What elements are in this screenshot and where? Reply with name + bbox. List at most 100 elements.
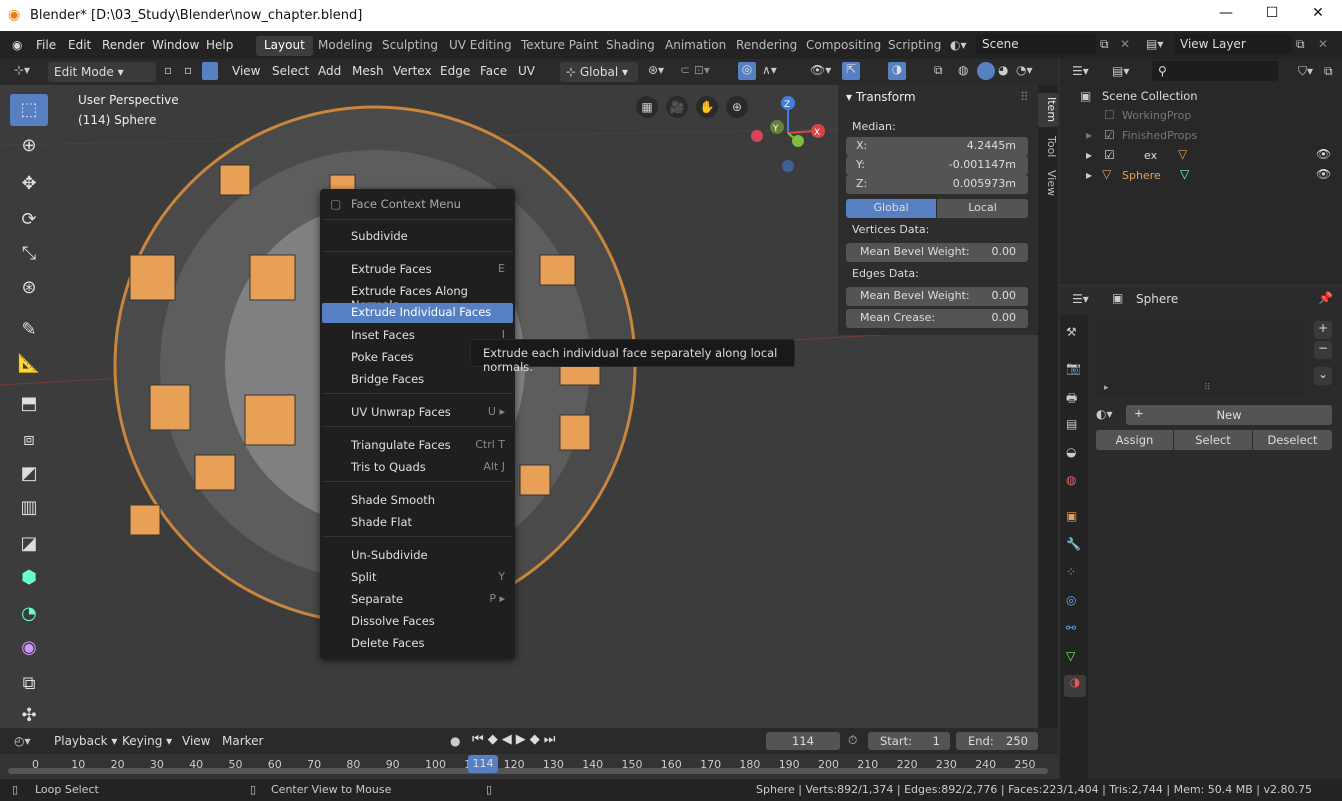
list-resize-icon[interactable]: ⠿ xyxy=(1204,383,1211,393)
extrude-icon[interactable]: ⬒ xyxy=(10,388,48,420)
smooth-icon[interactable]: ◉ xyxy=(10,632,48,664)
menu-item-extrude-faces[interactable]: Extrude Faces E xyxy=(351,259,511,281)
knife-icon[interactable]: ◪ xyxy=(10,528,48,560)
rotate-icon[interactable]: ⟳ xyxy=(10,204,48,236)
tab-view[interactable]: View xyxy=(1038,167,1058,199)
marker-menu[interactable]: Marker xyxy=(222,734,263,748)
menu-window[interactable]: Window xyxy=(152,38,199,52)
outliner-editor-icon[interactable]: ☰▾ xyxy=(1072,64,1089,78)
menu-item-shade-smooth[interactable]: Shade Smooth xyxy=(351,490,511,512)
menu-item-split[interactable]: Split Y xyxy=(351,567,511,589)
stopwatch-icon[interactable]: ⏱ xyxy=(848,733,857,748)
properties-editor-icon[interactable]: ☰▾ xyxy=(1072,292,1089,306)
tool-tab-icon[interactable]: ⚒ xyxy=(1066,325,1077,339)
menu-render[interactable]: Render xyxy=(102,38,145,52)
eye-icon[interactable]: 👁 xyxy=(1316,167,1331,181)
minimize-button[interactable]: — xyxy=(1214,5,1238,25)
mean-crease-field[interactable]: Mean Crease: 0.00 xyxy=(846,309,1028,328)
transform-icon[interactable]: ⊛ xyxy=(10,272,48,304)
tab-shading[interactable]: Shading xyxy=(598,36,663,56)
orientation-select[interactable]: ⊹ Global ▾ xyxy=(560,62,638,82)
expand-icon[interactable]: ▸ xyxy=(1086,148,1092,162)
view-layer-tab-icon[interactable]: ▤ xyxy=(1066,417,1077,431)
playback-controls[interactable]: ⏮◆◀▶◆⏭ xyxy=(472,732,559,747)
slot-menu-icon[interactable]: ⌄ xyxy=(1314,367,1332,385)
jump-end-icon[interactable]: ⏭ xyxy=(544,732,560,747)
blender-menu-icon[interactable]: ◉ xyxy=(12,38,22,52)
loop-cut-icon[interactable]: ▥ xyxy=(10,492,48,524)
proportional-edit-icon[interactable]: ◎ xyxy=(738,62,756,80)
menu-item-dissolve-faces[interactable]: Dissolve Faces xyxy=(351,611,511,633)
move-icon[interactable]: ✥ xyxy=(10,168,48,200)
menu-item-triangulate[interactable]: Triangulate Faces Ctrl T xyxy=(351,435,511,457)
edge-select-icon[interactable]: ▫ xyxy=(184,63,192,77)
tab-modeling[interactable]: Modeling xyxy=(310,36,381,56)
navigation-gizmo[interactable]: Z X Y xyxy=(745,93,835,183)
menu-item-un-subdivide[interactable]: Un-Subdivide xyxy=(351,545,511,567)
tab-animation[interactable]: Animation xyxy=(657,36,734,56)
modifier-tab-icon[interactable]: 🔧 xyxy=(1066,537,1081,551)
new-collection-icon[interactable]: ⧉ xyxy=(1324,64,1333,79)
end-frame-field[interactable]: End: 250 xyxy=(956,732,1038,750)
edge-bevel-weight-field[interactable]: Mean Bevel Weight: 0.00 xyxy=(846,287,1028,306)
delete-view-layer-icon[interactable]: ✕ xyxy=(1318,37,1328,51)
next-key-icon[interactable]: ◆ xyxy=(530,732,544,747)
tab-sculpting[interactable]: Sculpting xyxy=(374,36,446,56)
tab-scripting[interactable]: Scripting xyxy=(880,36,949,56)
keying-menu[interactable]: Keying ▾ xyxy=(122,734,172,748)
local-toggle[interactable]: Local xyxy=(937,199,1028,218)
checkbox-ex[interactable]: ☑ xyxy=(1104,148,1115,162)
solid-shading-icon[interactable] xyxy=(977,62,995,80)
expand-icon[interactable]: ▸ xyxy=(1086,128,1092,142)
scene-icon[interactable]: ◐▾ xyxy=(950,38,967,52)
physics-tab-icon[interactable]: ◎ xyxy=(1066,593,1076,607)
start-frame-field[interactable]: Start: 1 xyxy=(868,732,950,750)
camera-view-icon[interactable]: 🎥 xyxy=(666,96,688,118)
menu-item-uv-unwrap[interactable]: UV Unwrap Faces U ▸ xyxy=(351,402,511,424)
overlays-icon[interactable]: ◑ xyxy=(888,62,906,80)
menu-vertex[interactable]: Vertex xyxy=(393,64,432,78)
sphere-label[interactable]: Sphere xyxy=(1122,169,1161,182)
world-tab-icon[interactable]: ◍ xyxy=(1066,473,1076,487)
measure-icon[interactable]: 📐 xyxy=(10,348,48,380)
checkbox-finished-props[interactable]: ☑ xyxy=(1104,128,1115,142)
grid-view-icon[interactable]: ▦ xyxy=(636,96,658,118)
face-select-icon[interactable] xyxy=(202,62,218,80)
menu-edit[interactable]: Edit xyxy=(68,38,91,52)
object-tab-icon[interactable]: ▣ xyxy=(1066,509,1077,523)
display-mode-icon[interactable]: ▤▾ xyxy=(1112,64,1129,78)
inset-icon[interactable]: ⧈ xyxy=(10,424,48,456)
menu-item-shade-flat[interactable]: Shade Flat xyxy=(351,512,511,534)
xray-icon[interactable]: ⧉ xyxy=(934,63,943,78)
menu-item-tris-to-quads[interactable]: Tris to Quads Alt J xyxy=(351,457,511,479)
tab-compositing[interactable]: Compositing xyxy=(798,36,889,56)
rendered-shading-icon[interactable]: ◔▾ xyxy=(1016,63,1033,77)
material-tab-icon[interactable]: ◑ xyxy=(1064,675,1086,697)
maximize-button[interactable]: ☐ xyxy=(1260,5,1284,25)
snap-icon[interactable]: ⊂ ⊡▾ xyxy=(680,63,710,77)
select-button[interactable]: Select xyxy=(1174,430,1252,450)
expand-icon[interactable]: ▸ xyxy=(1086,168,1092,182)
menu-uv[interactable]: UV xyxy=(518,64,535,78)
tab-item[interactable]: Item xyxy=(1038,93,1058,127)
deselect-button[interactable]: Deselect xyxy=(1253,430,1332,450)
vertex-select-icon[interactable]: ▫ xyxy=(164,63,172,77)
cursor-icon[interactable]: ⊕ xyxy=(10,130,48,162)
visibility-icon[interactable]: 👁▾ xyxy=(810,63,831,77)
list-expand-icon[interactable]: ▸ xyxy=(1104,383,1109,393)
new-material-button[interactable]: + New xyxy=(1126,405,1332,425)
close-button[interactable]: ✕ xyxy=(1306,5,1330,25)
timeline-scrollbar[interactable] xyxy=(8,768,1048,774)
checkbox-working-prop[interactable]: ☐ xyxy=(1104,108,1115,122)
working-prop-label[interactable]: WorkingProp xyxy=(1122,109,1191,122)
select-box-icon[interactable]: ⬚ xyxy=(10,94,48,126)
eye-icon[interactable]: 👁 xyxy=(1316,147,1331,161)
menu-help[interactable]: Help xyxy=(206,38,233,52)
global-toggle[interactable]: Global xyxy=(846,199,936,218)
menu-edge[interactable]: Edge xyxy=(440,64,470,78)
render-tab-icon[interactable]: 📷 xyxy=(1066,361,1081,375)
bevel-icon[interactable]: ◩ xyxy=(10,458,48,490)
menu-add[interactable]: Add xyxy=(318,64,341,78)
y-field[interactable]: Y: -0.001147m xyxy=(846,156,1028,175)
menu-item-separate[interactable]: Separate P ▸ xyxy=(351,589,511,611)
